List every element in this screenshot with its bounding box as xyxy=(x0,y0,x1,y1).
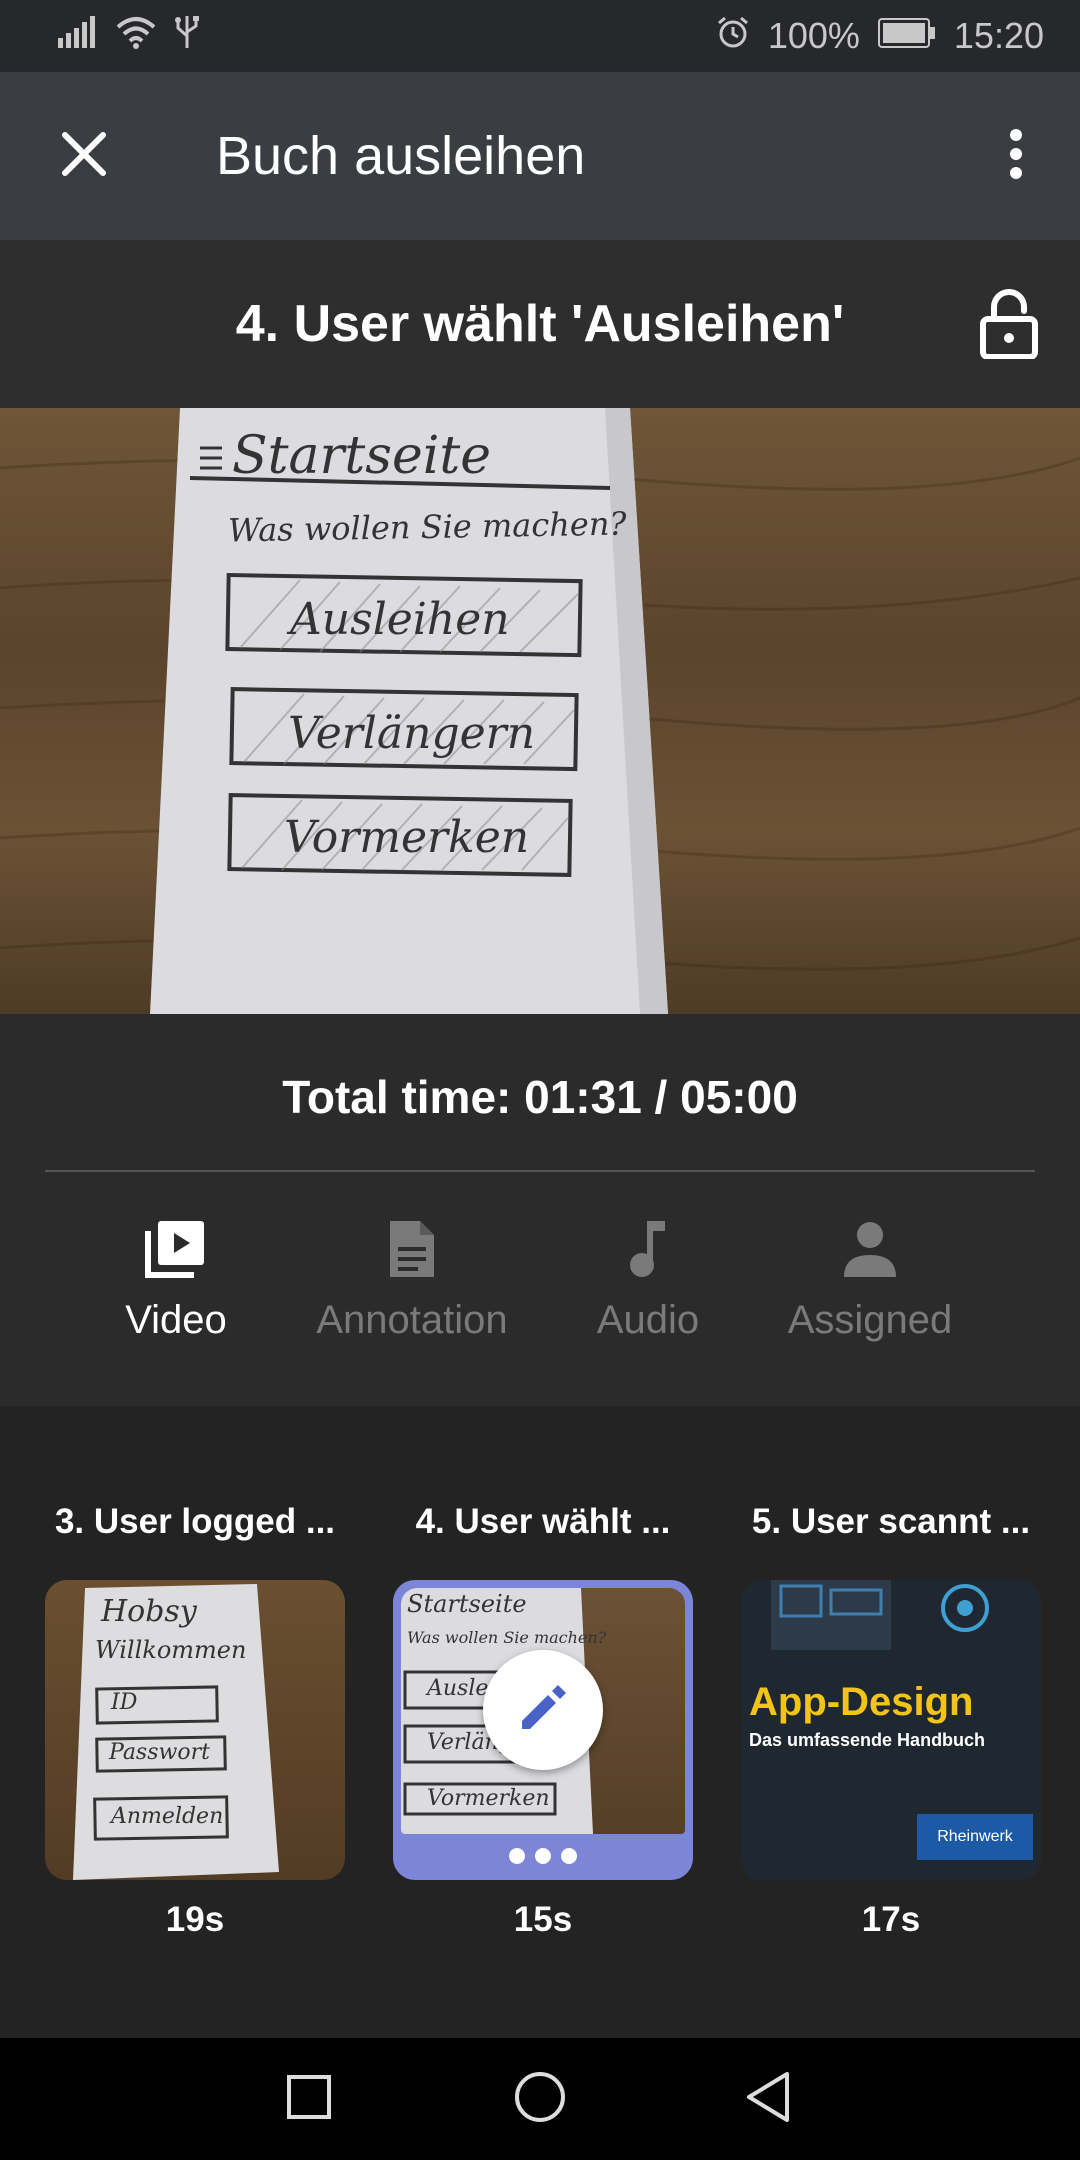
total-time: Total time: 01:31 / 05:00 xyxy=(282,1071,798,1123)
more-horiz-icon xyxy=(503,1846,583,1871)
more-horiz-button[interactable] xyxy=(393,1836,693,1880)
clock: 15:20 xyxy=(953,15,1044,56)
sketch-text: Willkommen xyxy=(95,1636,247,1664)
step-card[interactable]: 5. User scannt ... App-Design Das umfass… xyxy=(741,1406,1041,2038)
sketch-text: Was wollen Sie machen? xyxy=(407,1628,607,1647)
edit-button[interactable] xyxy=(483,1650,603,1770)
step-duration: 17s xyxy=(861,1900,921,1939)
tab-bar: Video Annotation Audio Assigned xyxy=(0,1200,1080,1400)
step-card-title: 5. User scannt ... xyxy=(751,1502,1031,1541)
book-cover: App-Design Das umfassende Handbuch Rhein… xyxy=(741,1580,1041,1880)
sketch-question: Was wollen Sie machen? xyxy=(227,504,627,550)
status-bar: 100% 15:20 xyxy=(0,0,1080,72)
status-right: 100% 15:20 xyxy=(716,15,1044,58)
sketch-button-label: Vormerken xyxy=(284,812,530,863)
music-note-icon xyxy=(625,1214,671,1284)
sketch-text: Startseite xyxy=(407,1590,527,1618)
step-title: 4. User wählt 'Ausleihen' xyxy=(235,295,845,353)
back-button[interactable] xyxy=(733,2064,803,2134)
person-icon xyxy=(842,1214,898,1284)
book-publisher: Rheinwerk xyxy=(917,1814,1033,1860)
tab-annotation[interactable]: Annotation xyxy=(302,1200,522,1400)
wifi-icon xyxy=(116,15,156,58)
recents-icon xyxy=(286,2074,332,2125)
home-button[interactable] xyxy=(505,2064,575,2134)
tab-assigned[interactable]: Assigned xyxy=(760,1200,980,1400)
tab-label: Video xyxy=(125,1298,227,1342)
sketch-text: Passwort xyxy=(109,1740,210,1765)
app-bar: Buch ausleihen xyxy=(0,72,1080,240)
lock-button[interactable] xyxy=(978,289,1040,360)
divider xyxy=(45,1170,1035,1172)
close-button[interactable] xyxy=(52,124,116,188)
alarm-icon xyxy=(716,15,750,58)
status-left xyxy=(58,14,200,59)
sketch-text: ID xyxy=(111,1690,138,1715)
sketch-text: Anmelden xyxy=(111,1804,224,1829)
tab-label: Assigned xyxy=(787,1298,953,1342)
step-thumbnail[interactable]: App-Design Das umfassende Handbuch Rhein… xyxy=(741,1580,1041,1880)
video-library-icon xyxy=(144,1214,208,1284)
tab-audio[interactable]: Audio xyxy=(538,1200,758,1400)
document-icon xyxy=(386,1214,438,1284)
battery-icon xyxy=(877,15,936,57)
book-subtitle: Das umfassende Handbuch xyxy=(749,1730,986,1750)
back-icon xyxy=(743,2070,793,2129)
step-header: 4. User wählt 'Ausleihen' xyxy=(0,240,1080,408)
sketch-heading: Startseite xyxy=(232,426,492,486)
sketch-text: Hobsy xyxy=(101,1594,197,1629)
app-title: Buch ausleihen xyxy=(216,126,586,186)
recents-button[interactable] xyxy=(274,2064,344,2134)
tab-video[interactable]: Video xyxy=(66,1200,286,1400)
tab-label: Audio xyxy=(596,1298,700,1342)
signal-icon xyxy=(58,15,98,57)
sketch-button-label: Verlängern xyxy=(288,708,536,759)
step-duration: 19s xyxy=(165,1900,225,1939)
more-options-button[interactable] xyxy=(996,124,1036,188)
battery-percent: 100% xyxy=(767,15,860,56)
lock-open-icon xyxy=(978,289,1040,363)
step-strip: 3. User logged ... Hobsy Willkommen ID P… xyxy=(0,1406,1080,2038)
edit-icon xyxy=(516,1681,570,1740)
step-card-selected[interactable]: 4. User wählt ... Startseite Was wollen … xyxy=(393,1406,693,2038)
close-icon xyxy=(61,131,107,182)
sketch-button-label: Ausleihen xyxy=(290,594,510,645)
step-card[interactable]: 3. User logged ... Hobsy Willkommen ID P… xyxy=(45,1406,345,2038)
book-title: App-Design xyxy=(749,1680,974,1724)
step-thumbnail[interactable]: Hobsy Willkommen ID Passwort Anmelden xyxy=(45,1580,345,1880)
usb-icon xyxy=(174,14,200,59)
tab-label: Annotation xyxy=(316,1298,508,1342)
step-photo[interactable]: Startseite Was wollen Sie machen? Auslei… xyxy=(0,408,1080,1014)
navigation-bar xyxy=(0,2038,1080,2160)
publisher-label: Rheinwerk xyxy=(937,1828,1013,1845)
home-icon xyxy=(513,2070,567,2129)
step-card-title: 3. User logged ... xyxy=(54,1502,336,1541)
sketch-text: Vormerken xyxy=(427,1786,550,1811)
step-card-title: 4. User wählt ... xyxy=(415,1502,671,1541)
step-thumbnail[interactable]: Startseite Was wollen Sie machen? Auslei… xyxy=(393,1580,693,1880)
step-duration: 15s xyxy=(513,1900,573,1939)
more-vert-icon xyxy=(1009,128,1023,184)
